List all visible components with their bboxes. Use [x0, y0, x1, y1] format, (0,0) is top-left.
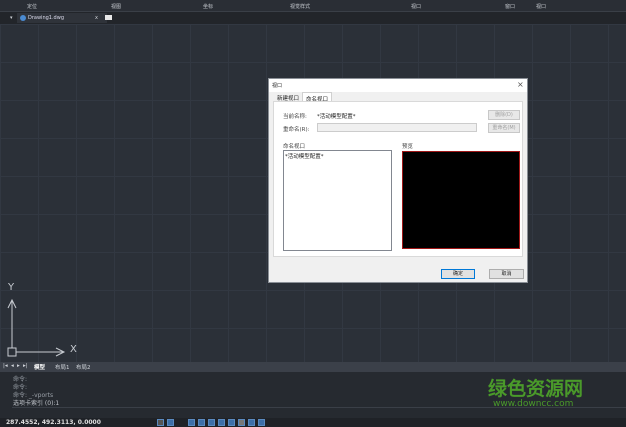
ucs-x-label: X [70, 344, 77, 355]
tab-model[interactable]: 模型 [34, 363, 45, 371]
ucs-y-label: Y [8, 282, 15, 293]
current-name-label: 当前名称: [283, 114, 307, 120]
osnap-toggle-icon[interactable] [198, 419, 205, 426]
ok-button[interactable]: 确定 [441, 269, 475, 279]
snap-toggle-icon[interactable] [167, 419, 174, 426]
cancel-button[interactable]: 取消 [489, 269, 524, 279]
coordinates-readout: 287.4552, 492.3113, 0.0000 [6, 419, 101, 426]
preview-area [402, 151, 520, 249]
ortho-toggle-icon[interactable] [177, 419, 184, 426]
file-tab-name: Drawing1.dwg [28, 15, 64, 21]
selection-cycling-icon[interactable] [248, 419, 255, 426]
delete-button[interactable]: 删除(D) [488, 110, 520, 120]
status-bar: 287.4552, 492.3113, 0.0000 [0, 418, 626, 427]
lineweight-toggle-icon[interactable] [228, 419, 235, 426]
command-line: 选项卡索引 (0):1 [13, 400, 60, 407]
ribbon-item-window[interactable]: 窗口 [505, 3, 515, 10]
transparency-toggle-icon[interactable] [238, 419, 245, 426]
first-tab-icon[interactable]: |◂ [3, 363, 8, 369]
dialog-title: 视口 [272, 83, 283, 89]
tab-menu-arrow-icon[interactable]: ▾ [10, 15, 13, 21]
prev-tab-icon[interactable]: ◂ [11, 363, 14, 369]
list-item[interactable]: *活动模型配置* [285, 152, 324, 160]
ribbon: 定位 视图 坐标 视觉样式 视口 窗口 视口 [0, 0, 626, 12]
tab-layout2[interactable]: 布局2 [76, 363, 91, 371]
ribbon-item-locate[interactable]: 定位 [27, 3, 37, 10]
rename-label: 重命名(R): [283, 127, 310, 133]
command-window[interactable]: 命令: 命令: 命令: _-vports 选项卡索引 (0):1 绿色资源网 w… [0, 372, 626, 418]
ribbon-item-visual-style[interactable]: 视觉样式 [290, 3, 310, 10]
ribbon-item-viewport-small[interactable]: 视口 [536, 3, 546, 10]
named-viewports-list[interactable]: *活动模型配置* [283, 150, 392, 251]
close-icon[interactable]: × [517, 80, 524, 89]
rename-button[interactable]: 重命名(M) [488, 123, 520, 133]
ribbon-item-viewports[interactable]: 视口 [411, 3, 421, 10]
ribbon-item-view[interactable]: 视图 [111, 3, 121, 10]
next-tab-icon[interactable]: ▸ [17, 363, 20, 369]
named-viewports-label: 命名视口 [283, 144, 306, 150]
watermark-url: www.downcc.com [493, 399, 574, 409]
drawing-icon [20, 15, 26, 21]
preview-label: 预览 [402, 144, 414, 150]
current-name-value: *活动模型配置* [317, 114, 356, 120]
last-tab-icon[interactable]: ▸| [23, 363, 28, 369]
dialog-titlebar: 视口 × [269, 79, 527, 92]
viewports-dialog: 视口 × 新建视口 命名视口 当前名称: *活动模型配置* 重命名(R): 删除… [268, 78, 528, 283]
ribbon-item-coordinates[interactable]: 坐标 [203, 3, 213, 10]
close-tab-icon[interactable]: x [95, 15, 98, 21]
polar-toggle-icon[interactable] [188, 419, 195, 426]
tab-layout1[interactable]: 布局1 [55, 363, 70, 371]
dyn-toggle-icon[interactable] [218, 419, 225, 426]
rename-input[interactable] [317, 123, 477, 132]
otrack-toggle-icon[interactable] [208, 419, 215, 426]
grid-toggle-icon[interactable] [157, 419, 164, 426]
watermark-title: 绿色资源网 [488, 378, 584, 400]
file-tab[interactable]: Drawing1.dwg x [17, 13, 107, 23]
tab-panel: 当前名称: *活动模型配置* 重命名(R): 删除(D) 重命名(M) 命名视口… [273, 101, 523, 257]
layout-tab-bar: |◂ ◂ ▸ ▸| 模型 布局1 布局2 [0, 362, 626, 372]
annotation-toggle-icon[interactable] [258, 419, 265, 426]
new-tab-icon[interactable] [105, 15, 112, 20]
file-tab-bar: ▾ Drawing1.dwg x [0, 12, 626, 24]
